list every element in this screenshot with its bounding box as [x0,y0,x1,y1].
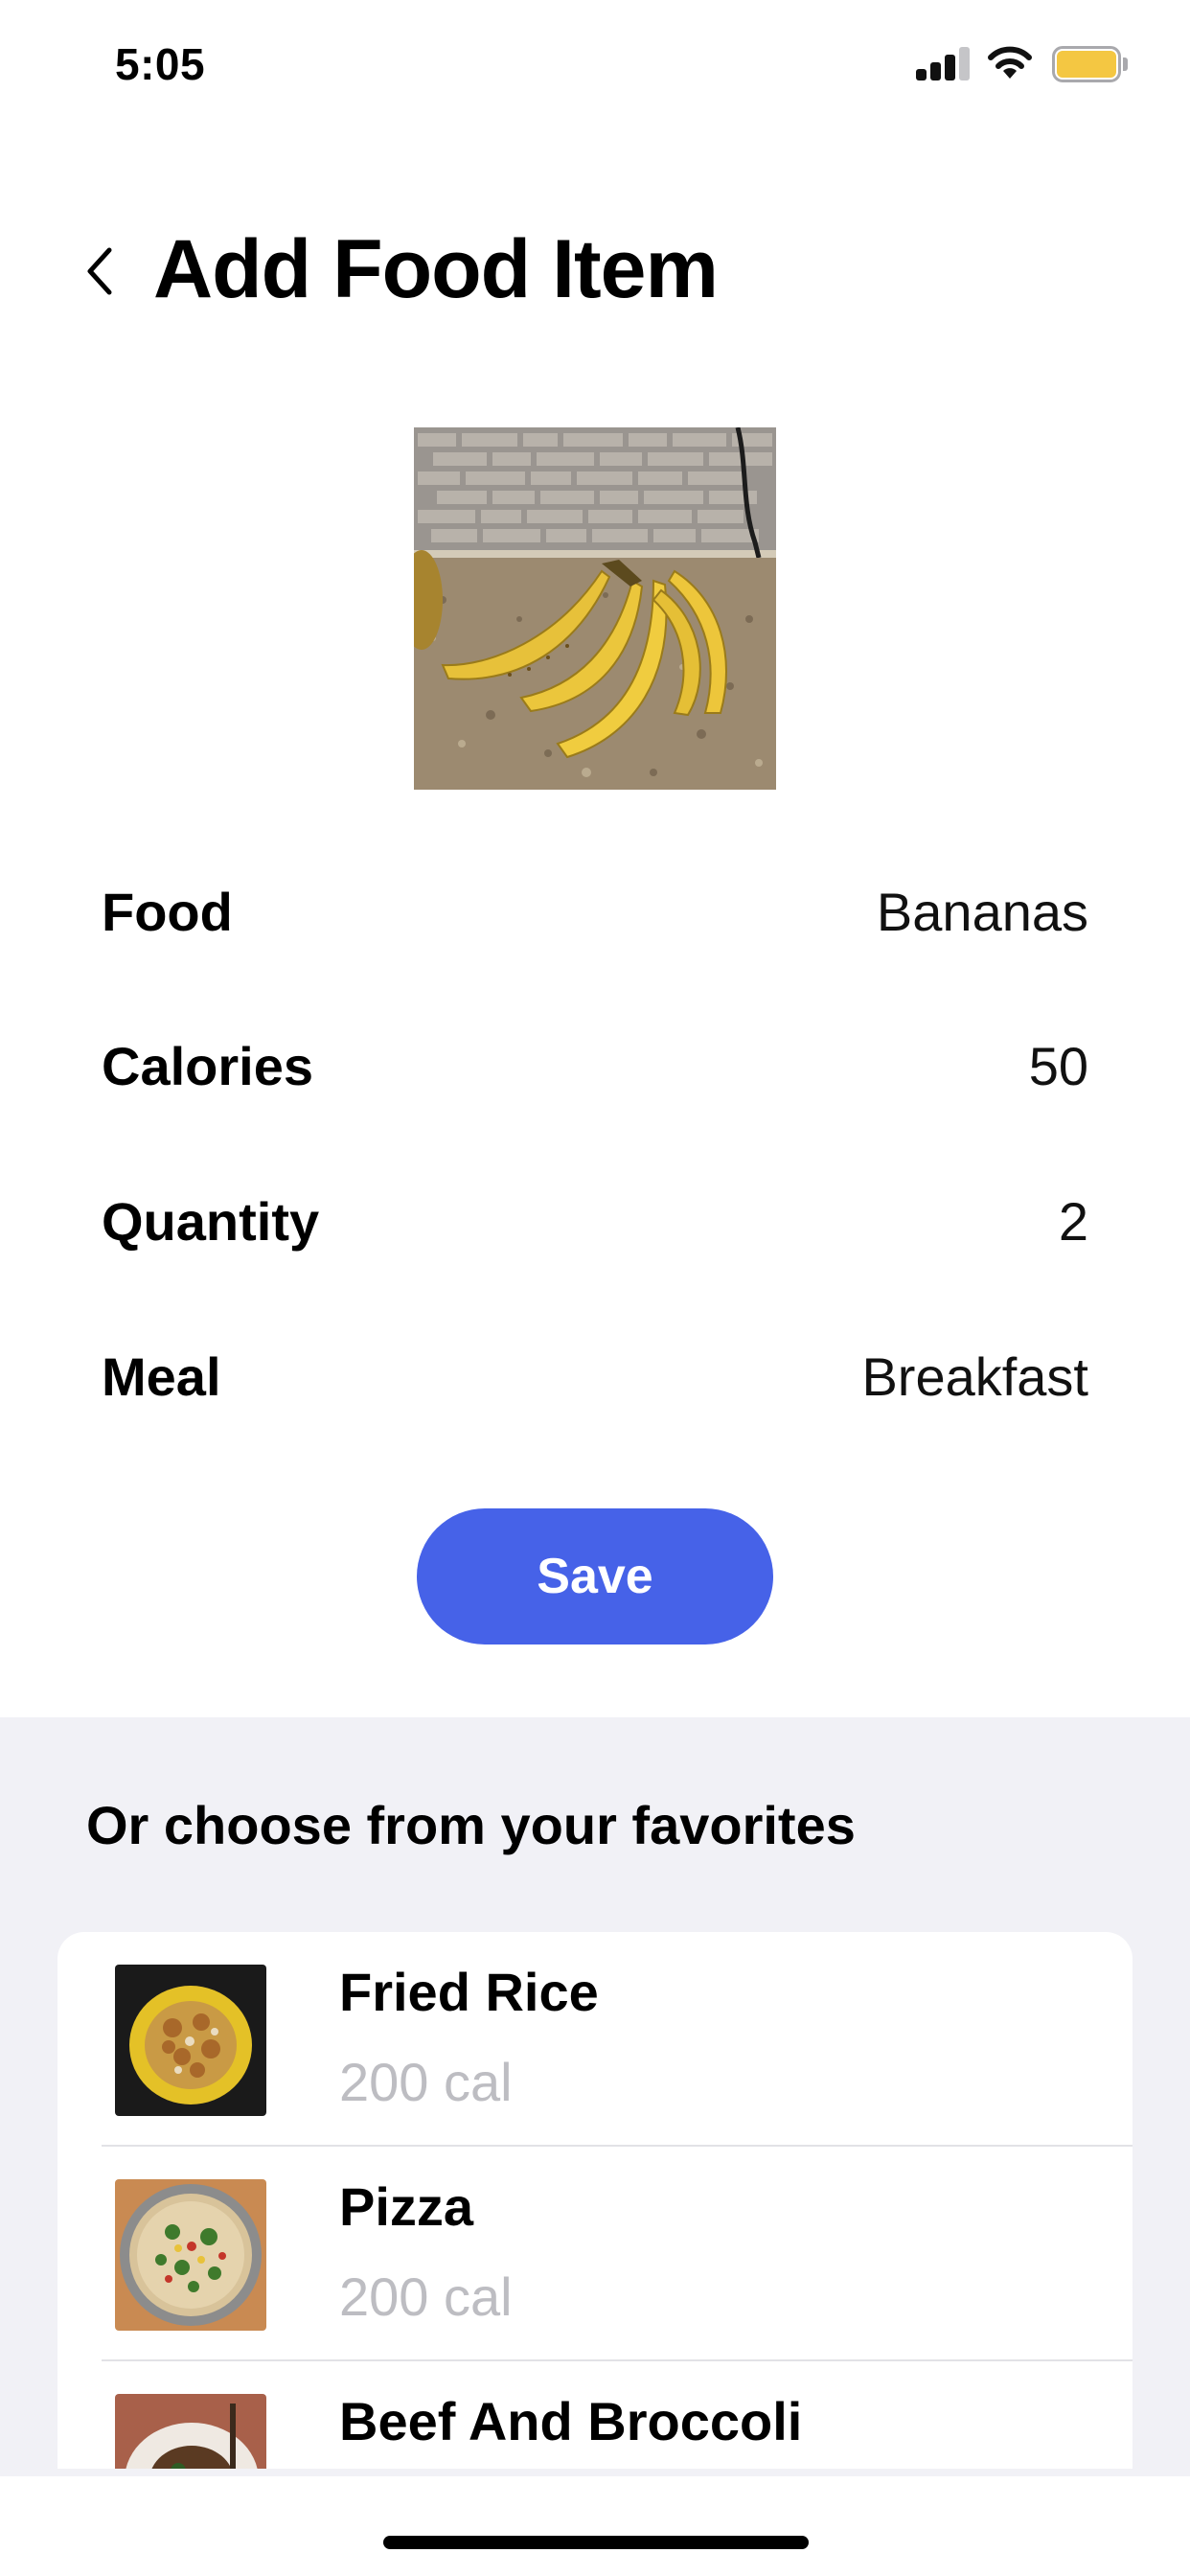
detail-label-meal: Meal [102,1346,221,1407]
detail-label-food: Food [102,881,233,942]
detail-row-food[interactable]: Food Bananas [102,868,1088,954]
cellular-signal-icon [916,46,972,80]
detail-row-quantity[interactable]: Quantity 2 [102,1178,1088,1264]
favorite-item-fried-rice[interactable]: Fried Rice 200 cal [57,1932,1133,2147]
favorite-calories: 200 cal [339,2266,513,2327]
favorites-section: Or choose from your favorites Fried Rice… [0,1717,1190,2576]
back-button[interactable] [71,238,128,305]
food-photo [414,427,776,790]
wifi-icon [985,42,1035,80]
save-button[interactable]: Save [417,1508,773,1644]
home-indicator[interactable] [383,2536,809,2549]
favorite-calories: 200 cal [339,2052,513,2112]
home-indicator-area [0,2476,1190,2576]
battery-icon [1052,46,1128,82]
detail-label-calories: Calories [102,1035,313,1096]
status-bar: 5:05 [0,0,1190,126]
favorites-heading: Or choose from your favorites [86,1795,856,1855]
detail-row-meal[interactable]: Meal Breakfast [102,1333,1088,1419]
beef-and-broccoli-thumbnail [115,2394,266,2469]
favorites-list: Fried Rice 200 cal Pizza 200 cal Beef An… [57,1932,1133,2469]
favorite-name: Beef And Broccoli [339,2391,803,2451]
detail-value-food[interactable]: Bananas [877,881,1088,943]
favorite-name: Pizza [339,2176,474,2237]
favorite-item-pizza[interactable]: Pizza 200 cal [57,2147,1133,2361]
pizza-thumbnail [115,2179,266,2331]
detail-label-quantity: Quantity [102,1190,320,1252]
detail-value-quantity[interactable]: 2 [1059,1190,1088,1253]
status-time: 5:05 [115,39,206,89]
detail-value-calories[interactable]: 50 [1029,1035,1088,1097]
favorite-name: Fried Rice [339,1962,599,2022]
page-title: Add Food Item [153,223,719,315]
chevron-left-icon [87,247,112,295]
favorite-item-beef-and-broccoli[interactable]: Beef And Broccoli [57,2361,1133,2469]
detail-value-meal[interactable]: Breakfast [861,1346,1088,1408]
detail-row-calories[interactable]: Calories 50 [102,1023,1088,1109]
fried-rice-thumbnail [115,1965,266,2116]
add-food-item-screen: 5:05 Add Food Item Food Bananas Calories… [0,0,1190,2576]
